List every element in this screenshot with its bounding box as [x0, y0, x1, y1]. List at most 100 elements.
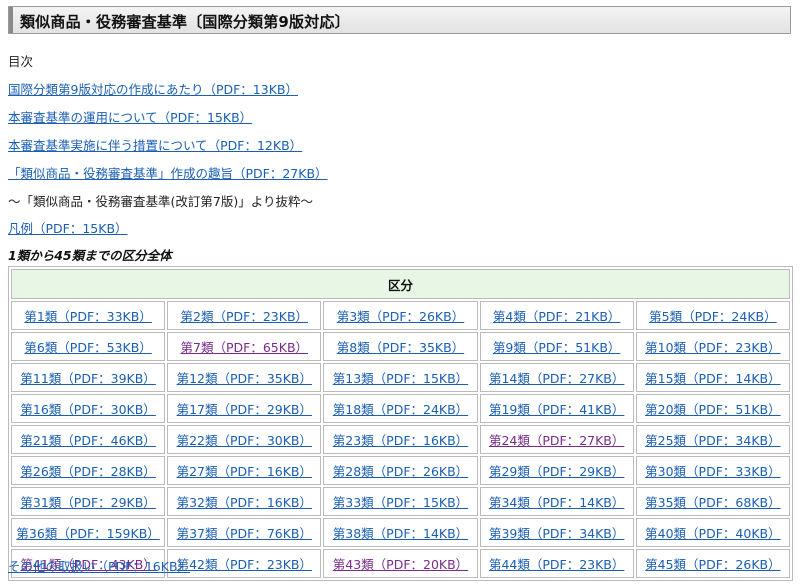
class-link-5[interactable]: 第5類（PDF：24KB） [649, 309, 776, 324]
class-link-7[interactable]: 第7類（PDF：65KB） [181, 340, 308, 355]
table-row: 第21類（PDF：46KB） 第22類（PDF：30KB） 第23類（PDF：16K… [11, 425, 790, 454]
class-link-13[interactable]: 第13類（PDF：15KB） [333, 371, 468, 386]
table-row: 第11類（PDF：39KB） 第12類（PDF：35KB） 第13類（PDF：15K… [11, 363, 790, 392]
table-cell: 第43類（PDF：20KB） [323, 549, 478, 578]
table-cell: 第27類（PDF：16KB） [167, 456, 322, 485]
link-operation[interactable]: 本審査基準の運用について（PDF：15KB） [8, 110, 252, 125]
class-link-35[interactable]: 第35類（PDF：68KB） [645, 495, 780, 510]
table-cell: 第14類（PDF：27KB） [479, 363, 634, 392]
class-link-36[interactable]: 第36類（PDF：159KB） [16, 526, 159, 541]
table-cell: 第25類（PDF：34KB） [635, 425, 790, 454]
table-cell: 第37類（PDF：76KB） [167, 518, 322, 547]
class-link-22[interactable]: 第22類（PDF：30KB） [177, 433, 312, 448]
class-link-21[interactable]: 第21類（PDF：46KB） [20, 433, 155, 448]
class-link-19[interactable]: 第19類（PDF：41KB） [489, 402, 624, 417]
class-link-38[interactable]: 第38類（PDF：14KB） [333, 526, 468, 541]
class-link-39[interactable]: 第39類（PDF：34KB） [489, 526, 624, 541]
class-link-31[interactable]: 第31類（PDF：29KB） [20, 495, 155, 510]
table-cell: 第44類（PDF：23KB） [479, 549, 634, 578]
link-purpose[interactable]: 「類似商品・役務審査基準」作成の趣旨（PDF：27KB） [8, 166, 328, 181]
table-cell: 第5類（PDF：24KB） [635, 301, 790, 330]
class-link-15[interactable]: 第15類（PDF：14KB） [645, 371, 780, 386]
class-link-8[interactable]: 第8類（PDF：35KB） [337, 340, 464, 355]
table-cell: 第26類（PDF：28KB） [11, 456, 166, 485]
class-link-26[interactable]: 第26類（PDF：28KB） [20, 464, 155, 479]
table-cell: 第30類（PDF：33KB） [635, 456, 790, 485]
class-link-25[interactable]: 第25類（PDF：34KB） [645, 433, 780, 448]
table-cell: 第13類（PDF：15KB） [323, 363, 478, 392]
class-link-16[interactable]: 第16類（PDF：30KB） [20, 402, 155, 417]
class-link-10[interactable]: 第10類（PDF：23KB） [645, 340, 780, 355]
table-cell: 第38類（PDF：14KB） [323, 518, 478, 547]
class-link-24[interactable]: 第24類（PDF：27KB） [489, 433, 624, 448]
link-measures[interactable]: 本審査基準実施に伴う措置について（PDF：12KB） [8, 138, 302, 153]
class-link-20[interactable]: 第20類（PDF：51KB） [645, 402, 780, 417]
table-cell: 第2類（PDF：23KB） [167, 301, 322, 330]
table-row: 第16類（PDF：30KB） 第17類（PDF：29KB） 第18類（PDF：24K… [11, 394, 790, 423]
title-accent-mark [9, 7, 13, 33]
table-cell: 第31類（PDF：29KB） [11, 487, 166, 516]
class-link-44[interactable]: 第44類（PDF：23KB） [489, 557, 624, 572]
table-cell: 第33類（PDF：15KB） [323, 487, 478, 516]
class-link-11[interactable]: 第11類（PDF：39KB） [20, 371, 155, 386]
class-link-3[interactable]: 第3類（PDF：26KB） [337, 309, 464, 324]
class-link-1[interactable]: 第1類（PDF：33KB） [24, 309, 151, 324]
class-link-2[interactable]: 第2類（PDF：23KB） [181, 309, 308, 324]
table-row: 第36類（PDF：159KB） 第37類（PDF：76KB） 第38類（PDF：14… [11, 518, 790, 547]
class-link-33[interactable]: 第33類（PDF：15KB） [333, 495, 468, 510]
class-link-12[interactable]: 第12類（PDF：35KB） [177, 371, 312, 386]
section-heading: 1類から45類までの区分全体 [8, 248, 172, 263]
table-row: 第26類（PDF：28KB） 第27類（PDF：16KB） 第28類（PDF：26K… [11, 456, 790, 485]
table-cell: 第32類（PDF：16KB） [167, 487, 322, 516]
table-cell: 第23類（PDF：16KB） [323, 425, 478, 454]
toc-label: 目次 [8, 54, 34, 69]
class-link-40[interactable]: 第40類（PDF：40KB） [645, 526, 780, 541]
table-cell: 第28類（PDF：26KB） [323, 456, 478, 485]
class-link-37[interactable]: 第37類（PDF：76KB） [177, 526, 312, 541]
class-link-34[interactable]: 第34類（PDF：14KB） [489, 495, 624, 510]
class-link-29[interactable]: 第29類（PDF：29KB） [489, 464, 624, 479]
class-link-30[interactable]: 第30類（PDF：33KB） [645, 464, 780, 479]
table-cell: 第35類（PDF：68KB） [635, 487, 790, 516]
excerpt-note: 〜「類似商品・役務審査基準(改訂第7版)」より抜粋〜 [8, 194, 313, 209]
table-cell: 第6類（PDF：53KB） [11, 332, 166, 361]
class-link-6[interactable]: 第6類（PDF：53KB） [24, 340, 151, 355]
table-cell: 第29類（PDF：29KB） [479, 456, 634, 485]
table-cell: 第11類（PDF：39KB） [11, 363, 166, 392]
table-row: 第6類（PDF：53KB） 第7類（PDF：65KB） 第8類（PDF：35KB） 第… [11, 332, 790, 361]
page-title-bar: 類似商品・役務審査基準〔国際分類第9版対応〕 [8, 6, 791, 34]
table-cell: 第16類（PDF：30KB） [11, 394, 166, 423]
table-cell: 第20類（PDF：51KB） [635, 394, 790, 423]
class-link-32[interactable]: 第32類（PDF：16KB） [177, 495, 312, 510]
class-link-28[interactable]: 第28類（PDF：26KB） [333, 464, 468, 479]
table-cell: 第8類（PDF：35KB） [323, 332, 478, 361]
table-cell: 第40類（PDF：40KB） [635, 518, 790, 547]
class-link-23[interactable]: 第23類（PDF：16KB） [333, 433, 468, 448]
class-link-4[interactable]: 第4類（PDF：21KB） [493, 309, 620, 324]
link-other[interactable]: その他の取扱い（PDF：16KB） [8, 559, 190, 574]
class-link-14[interactable]: 第14類（PDF：27KB） [489, 371, 624, 386]
table-cell: 第42類（PDF：23KB） [167, 549, 322, 578]
link-creation-notes[interactable]: 国際分類第9版対応の作成にあたり（PDF：13KB） [8, 82, 298, 97]
table-cell: 第3類（PDF：26KB） [323, 301, 478, 330]
link-hanrei[interactable]: 凡例（PDF：15KB） [8, 221, 128, 236]
table-cell: 第1類（PDF：33KB） [11, 301, 166, 330]
class-link-17[interactable]: 第17類（PDF：29KB） [177, 402, 312, 417]
table-cell: 第4類（PDF：21KB） [479, 301, 634, 330]
table-cell: 第7類（PDF：65KB） [167, 332, 322, 361]
class-link-9[interactable]: 第9類（PDF：51KB） [493, 340, 620, 355]
table-cell: 第15類（PDF：14KB） [635, 363, 790, 392]
class-link-43[interactable]: 第43類（PDF：20KB） [333, 557, 468, 572]
table-cell: 第9類（PDF：51KB） [479, 332, 634, 361]
table-cell: 第34類（PDF：14KB） [479, 487, 634, 516]
class-link-27[interactable]: 第27類（PDF：16KB） [177, 464, 312, 479]
table-row: 第31類（PDF：29KB） 第32類（PDF：16KB） 第33類（PDF：15K… [11, 487, 790, 516]
table-cell: 第19類（PDF：41KB） [479, 394, 634, 423]
table-cell: 第24類（PDF：27KB） [479, 425, 634, 454]
class-table: 区分 第1類（PDF：33KB） 第2類（PDF：23KB） 第3類（PDF：26K… [8, 266, 793, 581]
class-link-42[interactable]: 第42類（PDF：23KB） [177, 557, 312, 572]
table-cell: 第39類（PDF：34KB） [479, 518, 634, 547]
class-link-18[interactable]: 第18類（PDF：24KB） [333, 402, 468, 417]
table-cell: 第45類（PDF：26KB） [635, 549, 790, 578]
class-link-45[interactable]: 第45類（PDF：26KB） [645, 557, 780, 572]
